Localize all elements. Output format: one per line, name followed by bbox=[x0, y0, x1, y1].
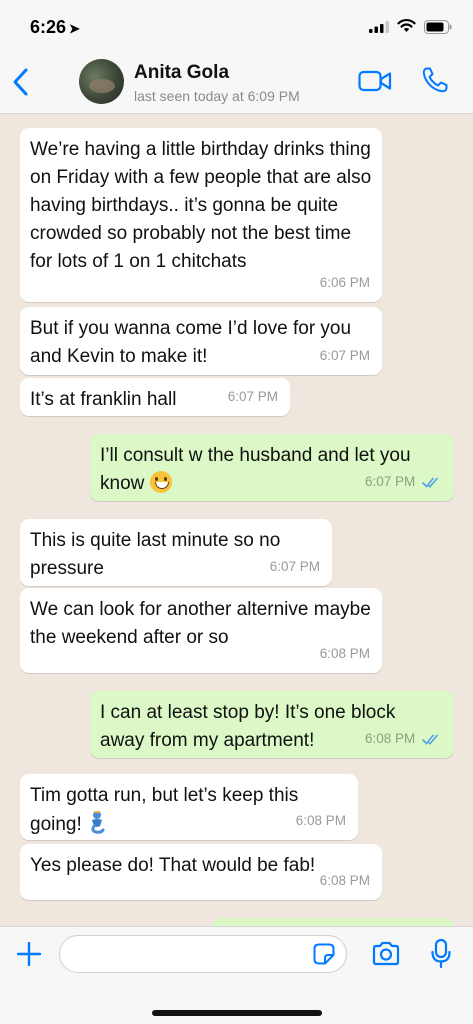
message-time: 6:08 PM bbox=[295, 813, 346, 828]
message-time: 6:07 PM bbox=[269, 559, 320, 574]
grinning-face-emoji bbox=[149, 471, 172, 493]
message-bubble-incoming[interactable]: We can look for another alternive maybe … bbox=[20, 588, 382, 673]
message-time: 6:07 PM bbox=[227, 389, 278, 404]
cellular-signal-icon bbox=[369, 21, 389, 33]
last-seen-status: last seen today at 6:09 PM bbox=[134, 88, 300, 104]
battery-icon bbox=[424, 20, 452, 34]
message-time: 6:08 PM bbox=[319, 646, 370, 661]
message-bubble-incoming[interactable]: This is quite last minute so no pressure… bbox=[20, 519, 332, 586]
sticker-icon[interactable] bbox=[313, 943, 335, 965]
message-meta: 6:08 PM bbox=[365, 725, 442, 753]
message-time: 6:08 PM bbox=[319, 873, 370, 888]
microphone-icon[interactable] bbox=[430, 938, 452, 970]
double-check-read-icon bbox=[422, 477, 438, 488]
message-input[interactable] bbox=[59, 935, 347, 973]
message-bubble-outgoing[interactable]: I can at least stop by! It’s one block a… bbox=[90, 691, 454, 758]
message-time: 6:07 PM bbox=[319, 348, 370, 363]
camera-icon[interactable] bbox=[371, 941, 401, 967]
message-text: We’re having a little birthday drinks th… bbox=[30, 139, 372, 272]
status-time: 6:26 ➤ bbox=[30, 17, 80, 37]
message-time: 6:08 PM bbox=[364, 731, 416, 746]
plus-icon[interactable] bbox=[17, 942, 41, 966]
genie-emoji bbox=[91, 811, 105, 834]
message-time: 6:06 PM bbox=[319, 275, 370, 290]
double-check-read-icon bbox=[422, 734, 438, 745]
video-camera-icon[interactable] bbox=[358, 70, 392, 92]
chat-header: 6:26 ➤ Anita Gola last seen today at 6:09… bbox=[0, 0, 473, 114]
contact-name[interactable]: Anita Gola bbox=[134, 62, 229, 84]
chevron-left-icon[interactable] bbox=[8, 66, 34, 98]
message-bubble-incoming[interactable]: It’s at franklin hall 6:07 PM bbox=[20, 378, 290, 416]
message-composer bbox=[0, 926, 473, 1024]
message-bubble-incoming[interactable]: But if you wanna come I’d love for you a… bbox=[20, 307, 382, 375]
avatar[interactable] bbox=[79, 59, 124, 104]
message-bubble-incoming[interactable]: Yes please do! That would be fab! 6:08 P… bbox=[20, 844, 382, 900]
message-bubble-outgoing-partial[interactable] bbox=[212, 918, 454, 926]
location-arrow-icon: ➤ bbox=[69, 21, 80, 36]
message-bubble-incoming[interactable]: Tim gotta run, but let’s keep this going… bbox=[20, 774, 358, 840]
home-indicator[interactable] bbox=[152, 1010, 322, 1016]
wifi-icon bbox=[397, 19, 416, 32]
message-bubble-outgoing[interactable]: I’ll consult w the husband and let you k… bbox=[90, 434, 454, 501]
message-list[interactable]: We’re having a little birthday drinks th… bbox=[0, 114, 473, 926]
message-bubble-incoming[interactable]: We’re having a little birthday drinks th… bbox=[20, 128, 382, 302]
phone-icon[interactable] bbox=[421, 66, 449, 94]
message-time: 6:07 PM bbox=[364, 474, 416, 489]
message-meta: 6:07 PM bbox=[365, 468, 442, 496]
